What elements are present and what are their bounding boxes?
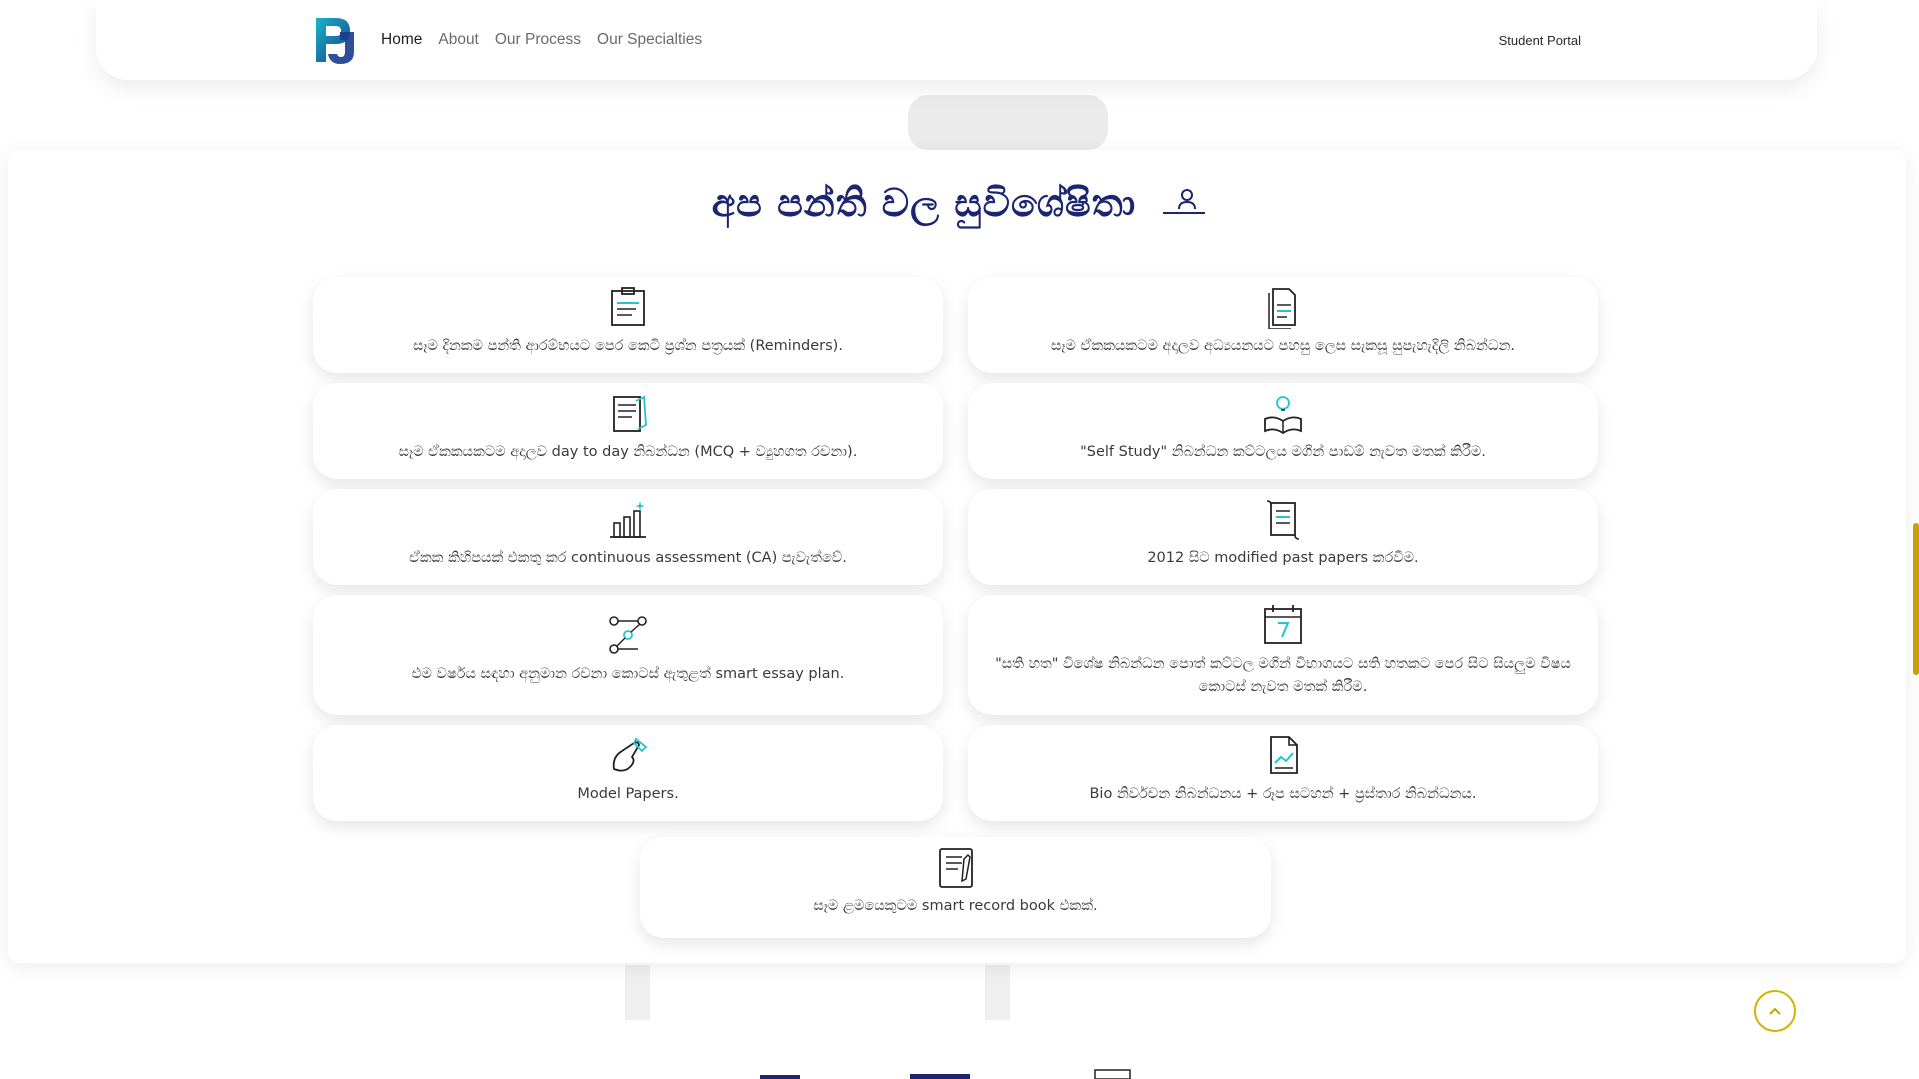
- chevron-up-icon: [1769, 1007, 1781, 1015]
- file-chart-icon: [1270, 736, 1298, 774]
- feature-text: සෑම ඒකකයකටම අදාලව day to day නිබන්ධන (MC…: [398, 444, 858, 460]
- feature-text: සෑම දිනකම පන්ති ආරම්භයට පෙර කෙටි ප්‍රශ්න…: [413, 338, 843, 354]
- feature-text: සෑම ඒකකයකටම අදාලව අධ්‍යයනයට පහසු ලෙස සැක…: [1051, 338, 1515, 354]
- feature-card-record-book[interactable]: සෑම ළමයෙකුටම smart record book එකක්.: [640, 837, 1271, 938]
- top-navbar: Home About Our Process Our Specialties S…: [96, 0, 1817, 80]
- pen-hand-icon: [612, 737, 648, 772]
- scroll-icon: [1266, 500, 1300, 540]
- feature-text: 2012 සිට modified past papers කරවීම.: [1147, 550, 1419, 566]
- scroll-to-top-button[interactable]: [1754, 990, 1796, 1032]
- section-title-wrap: අප පන්ති වල සුවිශේෂිතා: [0, 180, 1919, 226]
- teacher-board-icon: [1163, 189, 1206, 214]
- calendar-icon: [1264, 605, 1302, 644]
- feature-text: "සති හත" විශේෂ නිබන්ධන පොත් කට්ටල මගින් …: [995, 656, 1571, 695]
- notes-icon: [613, 395, 647, 432]
- student-portal-link[interactable]: Student Portal: [1499, 0, 1581, 80]
- book-bulb-icon: [1264, 396, 1302, 435]
- nav-about-link[interactable]: About: [438, 31, 479, 49]
- next-section-heading-partial: [760, 1069, 1131, 1079]
- feature-card-bio-definitions[interactable]: Bio නිර්වචන නිබන්ධනය + රූප සටහන් + ප්‍රස…: [968, 725, 1598, 821]
- feature-card-seven-weeks[interactable]: "සති හත" විශේෂ නිබන්ධන පොත් කට්ටල මගින් …: [968, 595, 1598, 715]
- chart-icon: [610, 501, 646, 538]
- nav-process-link[interactable]: Our Process: [495, 31, 581, 49]
- nav-links: Home About Our Process Our Specialties: [381, 0, 702, 80]
- feature-text: Bio නිර්වචන නිබන්ධනය + රූප සටහන් + ප්‍රස…: [1089, 786, 1477, 802]
- feature-card-essay-plan[interactable]: එම වර්ෂය සඳහා අනුමාන රචනා කොටස් ඇතුළත් s…: [313, 595, 943, 715]
- feature-card-day-to-day[interactable]: සෑම ඒකකයකටම අදාලව day to day නිබන්ධන (MC…: [313, 383, 943, 479]
- feature-card-past-papers[interactable]: 2012 සිට modified past papers කරවීම.: [968, 489, 1598, 585]
- feature-text: එම වර්ෂය සඳහා අනුමාන රචනා කොටස් ඇතුළත් s…: [411, 666, 845, 682]
- feature-card-reminders[interactable]: සෑම දිනකම පන්ති ආරම්භයට පෙර කෙටි ප්‍රශ්න…: [313, 277, 943, 373]
- feature-card-notes[interactable]: සෑම ඒකකයකටම අදාලව අධ්‍යයනයට පහසු ලෙස සැක…: [968, 277, 1598, 373]
- nav-specialties-link[interactable]: Our Specialties: [597, 31, 702, 49]
- document-icon: [1268, 288, 1296, 329]
- flow-icon: [609, 616, 647, 654]
- feature-card-model-papers[interactable]: Model Papers.: [313, 725, 943, 821]
- feature-card-self-study[interactable]: "Self Study" නිබන්ධන කට්ටලය මගින් පාඩම් …: [968, 383, 1598, 479]
- nav-home-link[interactable]: Home: [381, 31, 422, 49]
- feature-text: Model Papers.: [577, 786, 679, 802]
- feature-card-ca[interactable]: ඒකක කිහිපයක් එකතු කර continuous assessme…: [313, 489, 943, 585]
- feature-text: සෑම ළමයෙකුටම smart record book එකක්.: [813, 898, 1098, 914]
- clipboard-icon: [611, 287, 645, 326]
- page-scrollbar-thumb[interactable]: [1913, 523, 1919, 675]
- section-title: අප පන්ති වල සුවිශේෂිතා: [711, 180, 1137, 225]
- record-book-icon: [938, 848, 973, 888]
- feature-text: ඒකක කිහිපයක් එකතු කර continuous assessme…: [409, 550, 847, 566]
- feature-text: "Self Study" නිබන්ධන කට්ටලය මගින් පාඩම් …: [1080, 444, 1486, 460]
- site-logo[interactable]: [310, 14, 360, 66]
